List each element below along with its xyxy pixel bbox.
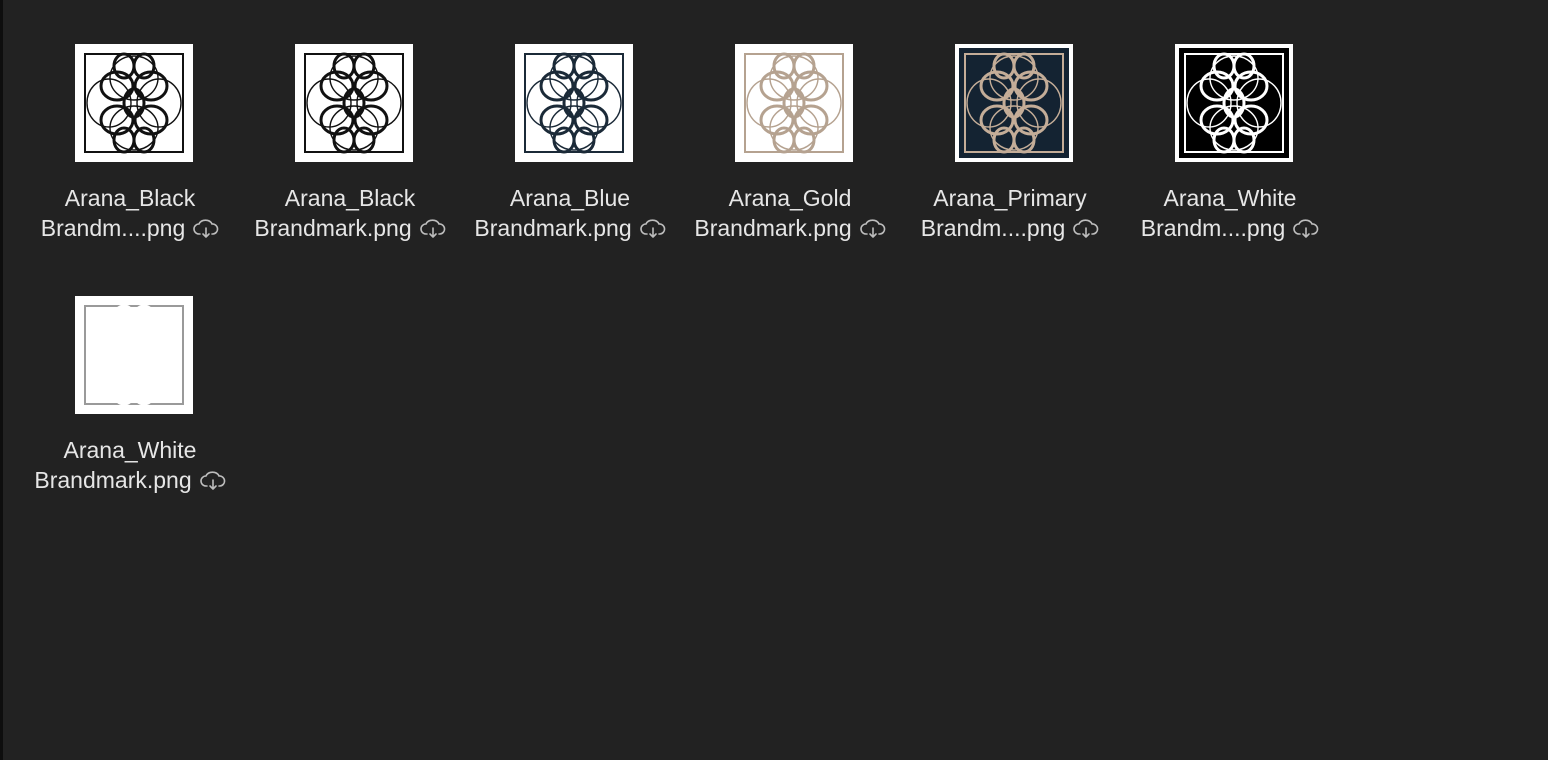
file-name-line2: Brandm....png [40,215,186,241]
file-name-line2: Brandm....png [1140,215,1286,241]
file-thumbnail[interactable] [75,296,193,414]
file-thumbnail[interactable] [295,44,413,162]
cloud-download-icon[interactable] [199,471,226,491]
brandmark-image [519,48,629,158]
file-grid: Arana_Black Brandm....png Arana_Black Brand… [20,44,1340,548]
file-name[interactable]: Arana_White Brandmark.png [20,435,240,495]
finder-icon-view: Arana_Black Brandm....png Arana_Black Brand… [0,0,1548,760]
file-name-line2: Brandmark.png [474,215,632,241]
file-thumbnail[interactable] [75,44,193,162]
cloud-download-icon[interactable] [1293,219,1319,239]
file-name[interactable]: Arana_Primary Brandm....png [900,183,1120,243]
file-name-line1: Arana_White [1163,185,1297,211]
file-thumbnail[interactable] [735,44,853,162]
file-name[interactable]: Arana_Black Brandm....png [20,183,240,243]
cloud-download-icon[interactable] [1073,219,1099,239]
file-item[interactable]: Arana_Blue Brandmark.png [460,44,680,296]
cloud-download-icon[interactable] [193,219,219,239]
file-name-line1: Arana_Black [64,185,196,211]
file-item[interactable]: Arana_White Brandm....png [1120,44,1340,296]
file-name[interactable]: Arana_White Brandm....png [1120,183,1340,243]
file-thumbnail[interactable] [1175,44,1293,162]
cloud-download-icon[interactable] [639,219,666,239]
file-name[interactable]: Arana_Blue Brandmark.png [460,183,680,243]
file-name-line1: Arana_Gold [728,185,852,211]
window-left-edge [0,0,3,760]
file-name-line2-row: Brandm....png [900,213,1120,243]
file-item[interactable]: Arana_Black Brandm....png [20,44,240,296]
file-name-line1: Arana_Black [284,185,416,211]
brandmark-image [1179,48,1289,158]
file-name[interactable]: Arana_Black Brandmark.png [240,183,460,243]
file-item[interactable]: Arana_White Brandmark.png [20,296,240,548]
brandmark-image [299,48,409,158]
file-name-line2: Brandm....png [920,215,1066,241]
cloud-download-icon[interactable] [859,219,886,239]
file-name-line2-row: Brandmark.png [240,213,460,243]
file-name-line2-row: Brandm....png [20,213,240,243]
file-thumbnail[interactable] [955,44,1073,162]
file-item[interactable]: Arana_Primary Brandm....png [900,44,1120,296]
brandmark-image [79,300,189,410]
file-name-line1: Arana_Primary [933,185,1087,211]
file-name-line2: Brandmark.png [34,467,192,493]
file-name-line1: Arana_Blue [509,185,631,211]
file-name-line2-row: Brandm....png [1120,213,1340,243]
file-name-line2-row: Brandmark.png [680,213,900,243]
file-name-line2-row: Brandmark.png [460,213,680,243]
file-name-line2: Brandmark.png [254,215,412,241]
file-thumbnail[interactable] [515,44,633,162]
file-name-line1: Arana_White [63,437,197,463]
brandmark-image [739,48,849,158]
file-name-line2-row: Brandmark.png [20,465,240,495]
file-name[interactable]: Arana_Gold Brandmark.png [680,183,900,243]
file-item[interactable]: Arana_Gold Brandmark.png [680,44,900,296]
brandmark-image [79,48,189,158]
cloud-download-icon[interactable] [419,219,446,239]
brandmark-image [959,48,1069,158]
file-item[interactable]: Arana_Black Brandmark.png [240,44,460,296]
file-name-line2: Brandmark.png [694,215,852,241]
